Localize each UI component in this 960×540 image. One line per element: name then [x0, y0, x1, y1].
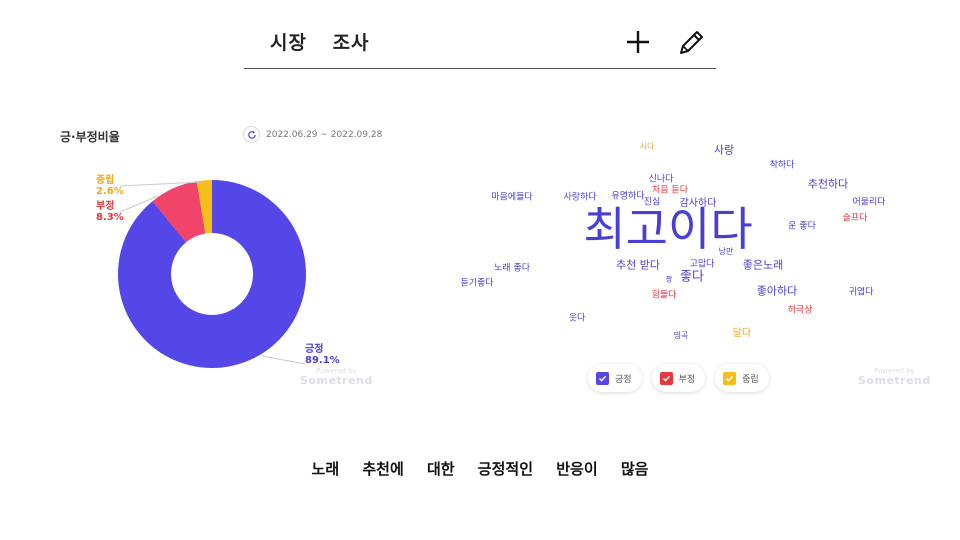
legend-positive[interactable]: 긍정: [588, 364, 642, 392]
checkbox-icon: [723, 371, 737, 385]
plus-icon[interactable]: [624, 28, 652, 56]
wordcloud-word: 어울리다: [852, 197, 886, 208]
wordcloud-word: 귀엽다: [848, 287, 874, 298]
positive-slice-label: 긍정 89.1%: [305, 344, 340, 366]
wordcloud-word: 슬프다: [842, 213, 868, 224]
wordcloud-word: 추천 받다: [616, 258, 660, 272]
neutral-slice-label: 중립 2.6%: [96, 175, 124, 197]
wordcloud-word: 사랑하다: [563, 192, 597, 203]
wordcloud-word: 마음에들다: [491, 192, 533, 203]
wordcloud-word: 사랑: [713, 143, 735, 157]
wordcloud-word: 최고이다: [583, 202, 753, 256]
date-range-control[interactable]: 2022.06.29 ~ 2022.09.28: [243, 126, 382, 143]
positive-leader-line: [261, 355, 306, 365]
neutral-slice: [196, 180, 212, 234]
negative-slice-label: 부정 8.3%: [96, 201, 124, 223]
neutral-label-name: 중립: [96, 175, 115, 186]
footer-caption: 노래 추천에 대한 긍정적인 반응이 많음: [311, 460, 649, 478]
positive-label-value: 89.1%: [305, 355, 340, 366]
neutral-label-value: 2.6%: [96, 186, 124, 197]
legend-neutral-label: 중립: [742, 374, 759, 385]
wordcloud-word: 띵곡: [673, 331, 689, 340]
pencil-icon[interactable]: [676, 28, 706, 58]
wordcloud-word: 달다: [732, 328, 752, 339]
wordcloud-legend: 긍정 부정 중립: [588, 364, 769, 392]
negative-label-value: 8.3%: [96, 212, 124, 223]
watermark-left: Powered by Sometrend: [300, 368, 373, 387]
wordcloud-word: 신나다: [648, 174, 674, 185]
positive-slice: [118, 180, 306, 368]
wordcloud-word: 웃다: [568, 313, 586, 324]
wordcloud-word: 노래 좋다: [494, 263, 530, 274]
watermark-line2: Sometrend: [300, 374, 373, 387]
positive-label-name: 긍정: [305, 344, 324, 355]
wordcloud-word: 감사하다: [679, 198, 717, 209]
negative-slice: [152, 181, 206, 243]
negative-label-name: 부정: [96, 201, 115, 212]
wordcloud-word: 시다: [639, 142, 655, 151]
wordcloud-word: 낭만: [718, 247, 734, 256]
wordcloud-word: 좋다: [680, 269, 704, 285]
wordcloud-word: 추천하다: [807, 177, 849, 191]
wordcloud-word: 착하다: [769, 160, 795, 171]
neutral-leader-line: [119, 181, 203, 187]
checkbox-icon: [659, 371, 673, 385]
wordcloud-word: 허극상: [787, 305, 813, 316]
watermark-line2: Sometrend: [858, 374, 931, 387]
legend-positive-label: 긍정: [615, 374, 632, 385]
checkbox-icon: [596, 371, 609, 385]
wordcloud-word: 운 좋다: [788, 221, 816, 232]
legend-negative-label: 부정: [678, 374, 696, 385]
sentiment-panel-title: 긍·부정비율: [60, 130, 120, 144]
negative-leader-line: [119, 195, 159, 213]
date-range-text: 2022.06.29 ~ 2022.09.28: [266, 129, 383, 140]
wordcloud-word: 좋아하다: [756, 284, 798, 298]
wordcloud-word: 힘들다: [651, 290, 677, 301]
watermark-right: Powered by Sometrend: [858, 368, 931, 387]
page-title: 시장 조사: [270, 32, 370, 54]
refresh-icon[interactable]: [243, 126, 260, 143]
wordcloud-word: 짱: [665, 275, 673, 284]
wordcloud-word: 유명하다: [611, 191, 645, 202]
legend-neutral[interactable]: 중립: [715, 364, 769, 392]
wordcloud-word: 진심: [643, 197, 661, 208]
wordcloud-word: 좋은노래: [742, 258, 784, 272]
header-divider: [244, 68, 716, 69]
wordcloud-word: 듣기좋다: [460, 278, 494, 289]
legend-negative[interactable]: 부정: [651, 364, 706, 392]
wordcloud-word: 처음 듣다: [652, 185, 688, 196]
wordcloud-word: 고맙다: [689, 259, 715, 270]
